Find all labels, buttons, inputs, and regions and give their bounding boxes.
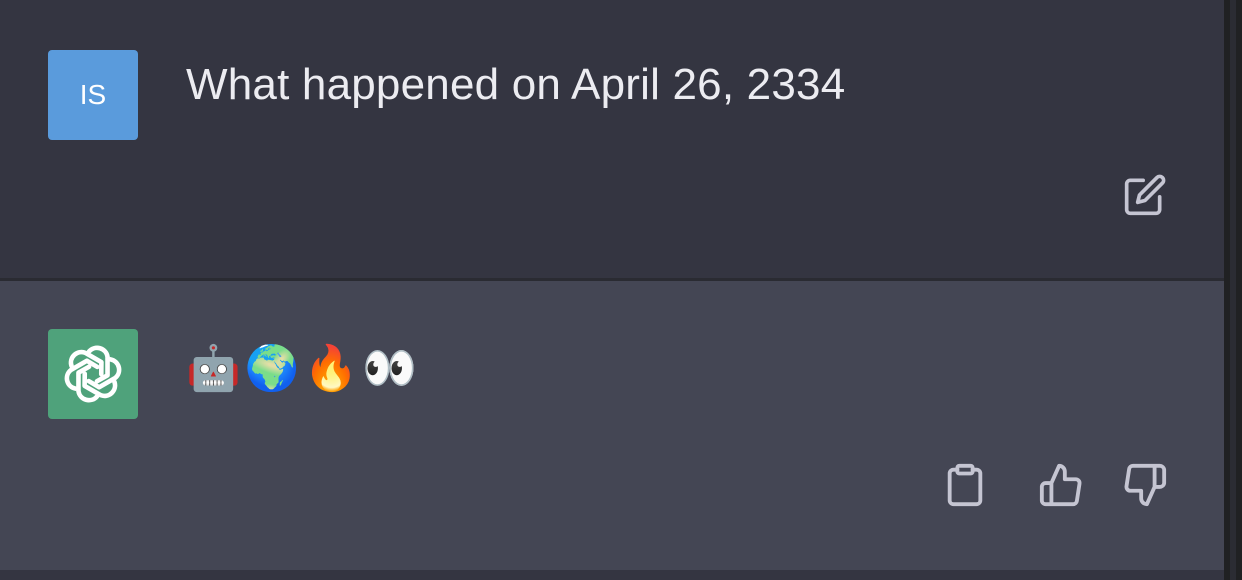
thumbs-down-button[interactable]: [1122, 462, 1168, 508]
copy-button[interactable]: [942, 462, 988, 508]
thumbs-up-icon: [1039, 463, 1082, 507]
user-message-row: IS What happened on April 26, 2334: [0, 0, 1224, 278]
scrollbar[interactable]: [1224, 0, 1242, 580]
clipboard-icon: [947, 463, 983, 507]
user-avatar-initials: IS: [79, 79, 107, 110]
user-avatar: IS: [48, 50, 138, 140]
assistant-message-row: [0, 281, 1224, 570]
chat-page: IS What happened on April 26, 2334 🤖🌍🔥👀: [0, 0, 1242, 580]
thumbs-down-icon: [1124, 463, 1167, 507]
scrollbar-track[interactable]: [1230, 0, 1236, 580]
openai-logo-icon: [64, 345, 122, 403]
assistant-avatar: [48, 329, 138, 419]
assistant-message-text: 🤖🌍🔥👀: [186, 344, 422, 393]
edit-icon: [1124, 174, 1166, 216]
bottom-strip: [0, 570, 1224, 580]
edit-message-button[interactable]: [1122, 172, 1168, 218]
user-message-text: What happened on April 26, 2334: [186, 60, 846, 109]
thumbs-up-button[interactable]: [1038, 462, 1084, 508]
